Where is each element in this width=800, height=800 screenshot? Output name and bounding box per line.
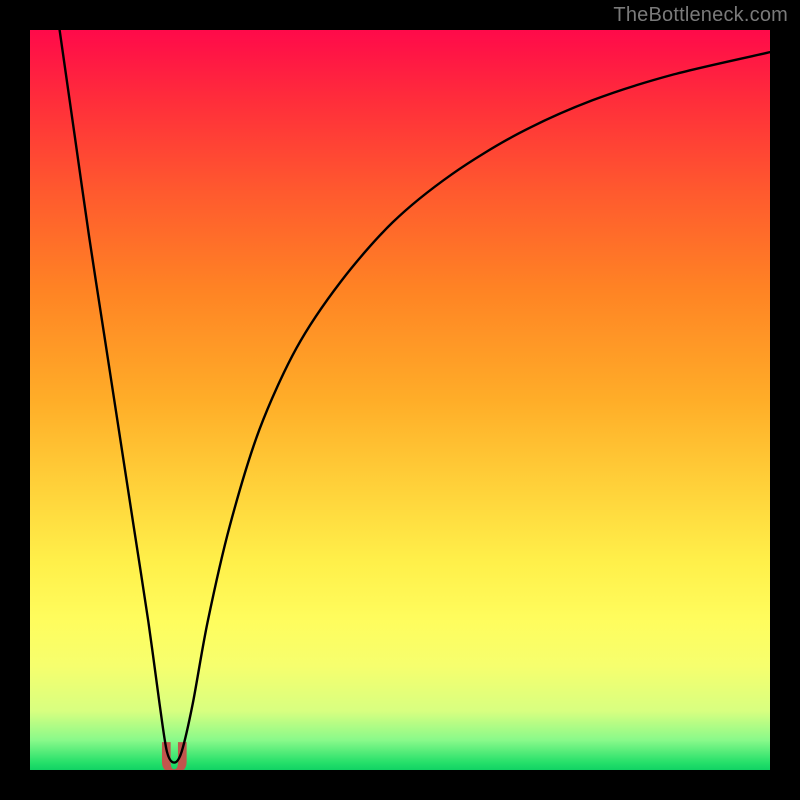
bottleneck-curve-path <box>60 30 770 763</box>
chart-frame: TheBottleneck.com <box>0 0 800 800</box>
bottleneck-curve-svg <box>30 30 770 770</box>
watermark-text: TheBottleneck.com <box>613 4 788 27</box>
chart-plot-area <box>30 30 770 770</box>
